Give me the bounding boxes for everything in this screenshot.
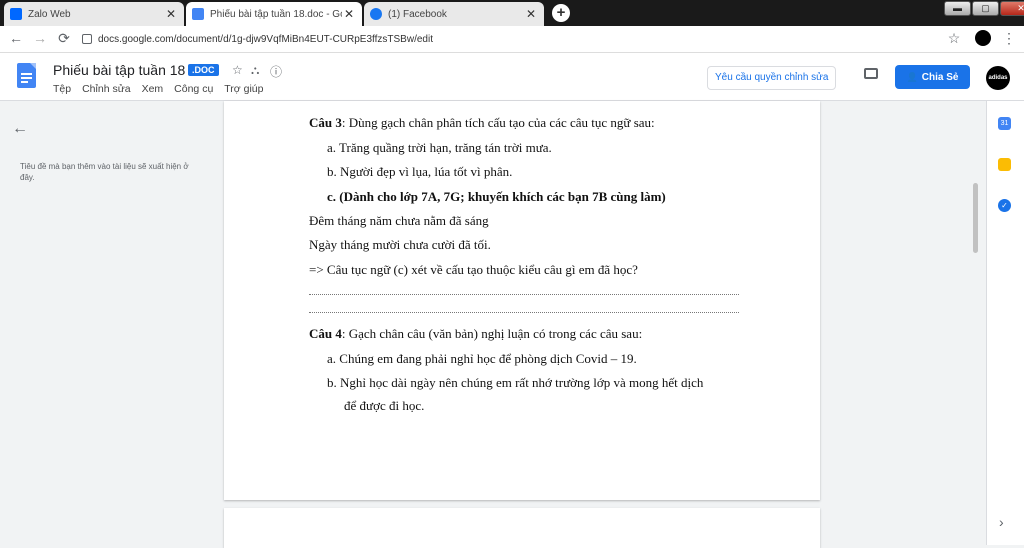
tab-zalo[interactable]: Zalo Web ✕ — [4, 2, 184, 26]
proverb-line-1: Đêm tháng năm chưa nằm đã sáng — [309, 213, 489, 228]
question-4-label: Câu 4 — [309, 326, 342, 341]
item-c-text: (Dành cho lớp 7A, 7G; khuyến khích các b… — [339, 189, 666, 204]
expand-panel-chevron-icon[interactable]: › — [999, 514, 1004, 530]
request-edit-access-button[interactable]: Yêu cầu quyền chỉnh sửa — [707, 66, 837, 90]
share-button[interactable]: 👤 Chia Sẻ — [895, 65, 970, 89]
lock-icon — [82, 34, 92, 44]
zalo-favicon-icon — [10, 8, 22, 20]
menu-bar: Tệp Chỉnh sửa Xem Công cụ Trợ giúp — [53, 83, 263, 95]
question-4-item-b: b. Nghỉ học dài ngày nên chúng em rất nh… — [327, 375, 704, 390]
document-page — [224, 101, 820, 500]
person-icon: 👤 — [906, 71, 918, 82]
document-title[interactable]: Phiếu bài tập tuần 18 — [53, 62, 185, 78]
info-icon[interactable]: ⓘ — [270, 63, 282, 80]
proverb-line-2: Ngày tháng mười chưa cười đã tối. — [309, 237, 491, 252]
facebook-favicon-icon — [370, 8, 382, 20]
menu-help[interactable]: Trợ giúp — [224, 83, 263, 95]
question-3-label: Câu 3 — [309, 115, 342, 130]
question-3-item-c: c. (Dành cho lớp 7A, 7G; khuyến khích cá… — [327, 189, 666, 205]
share-label: Chia Sẻ — [921, 71, 959, 83]
menu-file[interactable]: Tệp — [53, 83, 71, 95]
tab-title: (1) Facebook — [388, 8, 447, 20]
scrollbar-track[interactable] — [970, 101, 980, 545]
maximize-button[interactable]: ▢ — [972, 1, 999, 16]
question-3-item-b: b. Người đẹp vì lụa, lúa tốt vì phân. — [327, 164, 513, 179]
menu-edit[interactable]: Chỉnh sửa — [82, 83, 130, 95]
reload-icon[interactable]: ⟳ — [56, 30, 72, 47]
question-4: Câu 4: Gạch chân câu (văn bản) nghị luận… — [309, 326, 642, 342]
forward-arrow-icon[interactable]: → — [32, 30, 48, 46]
tab-google-doc[interactable]: Phiếu bài tập tuần 18.doc - Goog ✕ — [186, 2, 362, 26]
close-window-button[interactable]: ✕ — [1000, 1, 1024, 16]
move-to-drive-icon[interactable]: ⛬ — [251, 63, 259, 78]
answer-line — [309, 294, 739, 295]
url-text: docs.google.com/document/d/1g-djw9VqfMiB… — [98, 33, 433, 45]
question-4-item-b-continued: để được đi học. — [344, 398, 425, 413]
close-tab-icon[interactable]: ✕ — [164, 7, 178, 21]
answer-line — [309, 312, 739, 313]
file-type-badge: .DOC — [188, 64, 219, 76]
close-tab-icon[interactable]: ✕ — [342, 7, 356, 21]
browser-menu-icon[interactable]: ⋮ — [1001, 30, 1017, 47]
question-3-text: : Dùng gạch chân phân tích cấu tạo của c… — [341, 115, 655, 130]
google-docs-logo-icon[interactable] — [17, 63, 36, 88]
menu-tools[interactable]: Công cụ — [174, 83, 213, 95]
address-bar[interactable]: docs.google.com/document/d/1g-djw9VqfMiB… — [82, 29, 962, 49]
account-avatar[interactable]: adidas — [986, 66, 1010, 90]
question-3: Câu 3: Dùng gạch chân phân tích cấu tạo … — [309, 115, 655, 131]
scrollbar-thumb[interactable] — [973, 183, 978, 253]
calendar-icon[interactable]: 31 — [998, 117, 1011, 130]
tab-facebook[interactable]: (1) Facebook ✕ — [364, 2, 544, 26]
outline-hint: Tiêu đề mà bạn thêm vào tài liệu sẽ xuất… — [20, 162, 189, 182]
tab-title: Zalo Web — [28, 8, 71, 20]
next-document-page — [224, 508, 820, 548]
back-arrow-icon[interactable]: ← — [8, 30, 24, 46]
close-tab-icon[interactable]: ✕ — [524, 7, 538, 21]
question-3-item-a: a. Trăng quầng trời hạn, trăng tán trời … — [327, 140, 552, 155]
docs-favicon-icon — [192, 8, 204, 20]
minimize-button[interactable]: ▬ — [944, 1, 971, 16]
menu-view[interactable]: Xem — [142, 83, 164, 95]
close-outline-arrow-icon[interactable]: ← — [12, 120, 28, 138]
star-icon[interactable]: ☆ — [232, 63, 243, 77]
item-c-marker: c. — [327, 189, 340, 204]
keep-icon[interactable] — [998, 158, 1011, 171]
question-4-text: : Gạch chân câu (văn bản) nghị luận có t… — [341, 326, 643, 341]
profile-avatar-icon[interactable] — [975, 30, 991, 46]
question-3-followup: => Câu tục ngữ (c) xét về cấu tạo thuộc … — [309, 262, 638, 277]
tasks-icon[interactable]: ✓ — [998, 199, 1011, 212]
question-4-item-a: a. Chúng em đang phải nghỉ học để phòng … — [327, 351, 637, 366]
bookmark-star-icon[interactable]: ☆ — [946, 30, 962, 47]
window-controls: ▬ ▢ ✕ — [944, 1, 1024, 16]
comment-history-icon[interactable] — [864, 68, 878, 79]
new-tab-button[interactable]: + — [552, 4, 570, 22]
tab-title: Phiếu bài tập tuần 18.doc - Goog — [210, 8, 342, 20]
